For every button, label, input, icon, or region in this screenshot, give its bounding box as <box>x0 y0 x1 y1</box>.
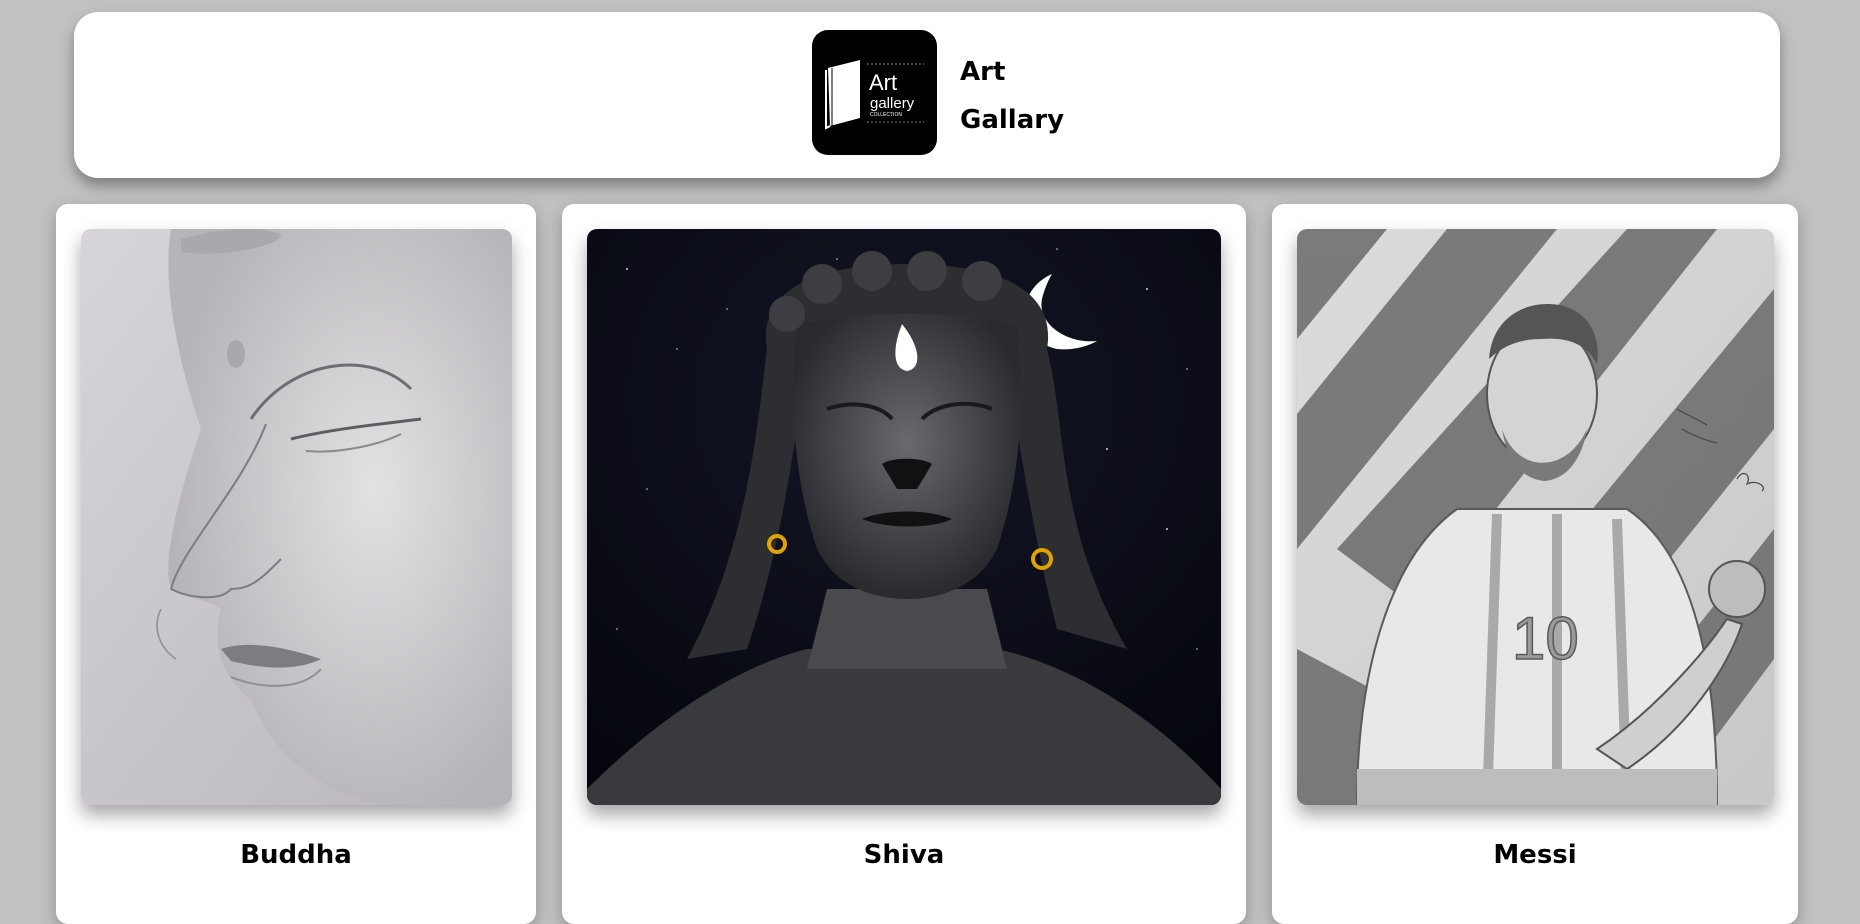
art-card-shiva[interactable]: Shiva <box>562 204 1246 924</box>
svg-text:10: 10 <box>1512 605 1579 672</box>
art-card-messi[interactable]: 10 Messi <box>1272 204 1798 924</box>
site-title-line2: Gallary <box>960 105 1065 135</box>
site-title-line1: Art <box>960 57 1006 87</box>
artwork-image-messi[interactable]: 10 <box>1297 229 1774 805</box>
logo-text-gallery: gallery <box>870 95 915 112</box>
artwork-image-shiva[interactable] <box>587 229 1221 805</box>
art-card-buddha[interactable]: Buddha <box>56 204 536 924</box>
card-title-messi: Messi <box>1493 840 1577 870</box>
site-header: Art gallery COLLECTION Art Gallary <box>74 12 1780 178</box>
site-title: Art Gallary <box>960 48 1064 144</box>
logo-text-collection: COLLECTION <box>870 112 902 118</box>
logo-text-art: Art <box>869 70 897 95</box>
site-logo[interactable]: Art gallery COLLECTION <box>812 30 937 155</box>
card-title-shiva: Shiva <box>863 840 945 870</box>
card-title-buddha: Buddha <box>240 840 352 870</box>
artwork-image-buddha[interactable] <box>81 229 512 805</box>
book-icon <box>825 60 860 130</box>
